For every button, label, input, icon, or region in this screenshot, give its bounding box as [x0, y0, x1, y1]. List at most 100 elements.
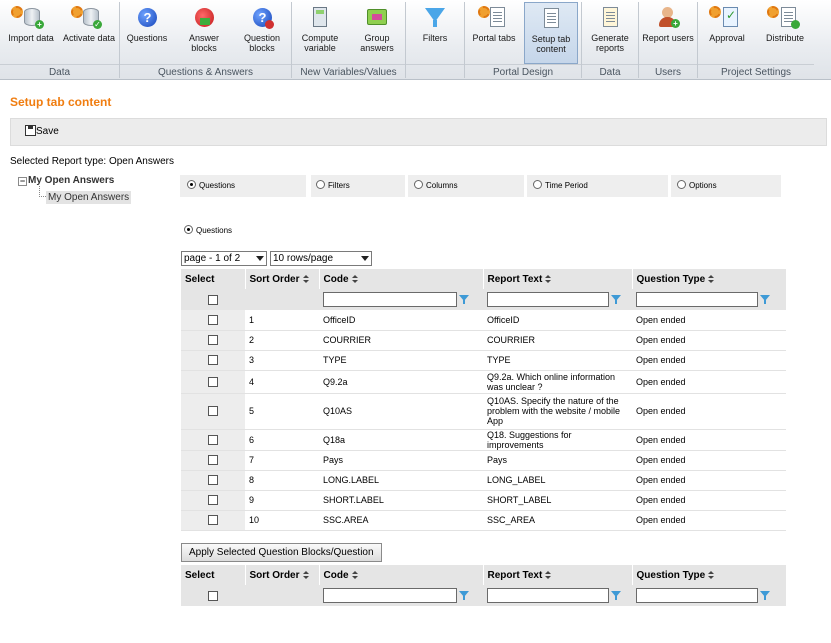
- sort-icon[interactable]: [302, 274, 309, 283]
- questions-button[interactable]: ? Questions: [122, 2, 172, 64]
- column-header-sort-order[interactable]: Sort Order: [245, 269, 320, 289]
- select-all-checkbox[interactable]: [208, 294, 218, 305]
- code-cell: Q9.2a: [319, 370, 483, 394]
- row-select-checkbox[interactable]: [208, 376, 218, 387]
- compute-variable-button[interactable]: Compute variable: [295, 2, 345, 64]
- group-answers-button[interactable]: Group answers: [352, 2, 402, 64]
- column-header-question-type[interactable]: Question Type: [632, 269, 787, 289]
- row-select-checkbox[interactable]: [208, 315, 218, 326]
- ribbon-group-label: Users: [639, 64, 697, 79]
- apply-selected-button[interactable]: Apply Selected Question Blocks/Question: [181, 543, 382, 562]
- filters-button[interactable]: Filters: [410, 2, 460, 64]
- calculator-icon: [308, 6, 332, 30]
- row-select-checkbox[interactable]: [208, 335, 218, 346]
- row-select-checkbox-cell: [181, 330, 245, 351]
- table-row[interactable]: 4 Q9.2a Q9.2a. Which online information wa…: [181, 370, 786, 394]
- question-type-filter-input[interactable]: [636, 588, 758, 603]
- question-type-cell: Open ended: [632, 450, 786, 471]
- select-all-checkbox[interactable]: [208, 590, 218, 601]
- table-row[interactable]: 5 Q10AS Q10AS. Specify the nature of the p…: [181, 393, 786, 430]
- code-filter-input[interactable]: [323, 588, 457, 603]
- question-type-cell: Open ended: [632, 490, 786, 511]
- tree-root-node[interactable]: − My Open Answers: [18, 175, 114, 186]
- row-select-checkbox[interactable]: [208, 406, 218, 417]
- ribbon-group-label: Data: [582, 64, 638, 79]
- code-cell: Q10AS: [319, 393, 483, 430]
- row-select-checkbox[interactable]: [208, 434, 218, 445]
- collapse-icon[interactable]: −: [18, 177, 27, 186]
- answer-blocks-button[interactable]: Answer blocks: [178, 2, 230, 64]
- table-row[interactable]: 9 SHORT.LABEL SHORT_LABEL Open ended: [181, 490, 786, 511]
- sort-icon[interactable]: [351, 570, 358, 579]
- row-select-checkbox[interactable]: [208, 515, 218, 526]
- sort-order-cell: 6: [245, 429, 319, 451]
- tab-time-period[interactable]: Time Period: [527, 175, 668, 197]
- question-type-filter-input[interactable]: [636, 292, 758, 307]
- page-select[interactable]: page - 1 of 2: [181, 251, 267, 266]
- question-type-cell: Open ended: [632, 370, 786, 394]
- table-row[interactable]: 1 OfficeID OfficeID Open ended: [181, 310, 786, 331]
- column-header-sort-order[interactable]: Sort Order: [245, 565, 320, 585]
- filter-icon[interactable]: [760, 590, 770, 601]
- table-row[interactable]: 10 SSC.AREA SSC_AREA Open ended: [181, 510, 786, 531]
- sort-icon[interactable]: [302, 570, 309, 579]
- sort-icon[interactable]: [545, 570, 552, 579]
- radio-icon: [414, 180, 423, 189]
- sort-icon[interactable]: [545, 274, 552, 283]
- sort-icon[interactable]: [708, 274, 715, 283]
- generate-reports-button[interactable]: Generate reports: [585, 2, 635, 64]
- sort-order-cell: 9: [245, 490, 319, 511]
- code-cell: TYPE: [319, 350, 483, 371]
- distribute-icon: [767, 6, 800, 30]
- row-select-checkbox[interactable]: [208, 495, 218, 506]
- ribbon-toolbar: + Import data ✓ Activate data ? Question…: [0, 0, 831, 80]
- code-cell: LONG.LABEL: [319, 470, 483, 491]
- code-filter-input[interactable]: [323, 292, 457, 307]
- column-header-question-type[interactable]: Question Type: [632, 565, 787, 585]
- row-select-checkbox[interactable]: [208, 355, 218, 366]
- questions-radio-option[interactable]: Questions: [184, 225, 232, 235]
- filter-icon[interactable]: [459, 590, 469, 601]
- table-row[interactable]: 2 COURRIER COURRIER Open ended: [181, 330, 786, 351]
- approval-button[interactable]: Approval: [700, 2, 754, 64]
- rows-per-page-select[interactable]: 10 rows/page: [270, 251, 372, 266]
- activate-data-button[interactable]: ✓ Activate data: [60, 2, 118, 64]
- distribute-button[interactable]: Distribute: [757, 2, 813, 64]
- question-type-cell: Open ended: [632, 429, 786, 451]
- tab-options[interactable]: Options: [671, 175, 781, 197]
- import-data-button[interactable]: + Import data: [4, 2, 58, 64]
- filter-icon[interactable]: [611, 590, 621, 601]
- column-header-code[interactable]: Code: [319, 565, 484, 585]
- column-header-report-text[interactable]: Report Text: [483, 565, 633, 585]
- table-row[interactable]: 7 Pays Pays Open ended: [181, 450, 786, 471]
- tab-columns[interactable]: Columns: [408, 175, 524, 197]
- code-cell: SSC.AREA: [319, 510, 483, 531]
- row-select-checkbox-cell: [181, 350, 245, 371]
- row-select-checkbox[interactable]: [208, 475, 218, 486]
- table-row[interactable]: 8 LONG.LABEL LONG_LABEL Open ended: [181, 470, 786, 491]
- sort-icon[interactable]: [351, 274, 358, 283]
- question-blocks-button[interactable]: ? Question blocks: [236, 2, 288, 64]
- sort-order-cell: 3: [245, 350, 319, 371]
- tab-questions[interactable]: Questions: [180, 175, 306, 197]
- table-row[interactable]: 3 TYPE TYPE Open ended: [181, 350, 786, 371]
- row-select-checkbox[interactable]: [208, 455, 218, 466]
- tree-child-node[interactable]: My Open Answers: [46, 191, 132, 204]
- portal-tabs-button[interactable]: Portal tabs: [468, 2, 520, 64]
- report-text-filter-input[interactable]: [487, 588, 609, 603]
- sort-icon[interactable]: [708, 570, 715, 579]
- column-header-code[interactable]: Code: [319, 269, 484, 289]
- report-users-icon: +: [656, 6, 680, 30]
- report-users-button[interactable]: + Report users: [642, 2, 694, 64]
- tab-filters[interactable]: Filters: [311, 175, 405, 197]
- row-select-checkbox-cell: [181, 429, 245, 451]
- filter-icon[interactable]: [760, 294, 770, 305]
- column-header-report-text[interactable]: Report Text: [483, 269, 633, 289]
- table-row[interactable]: 6 Q18a Q18. Suggestions for improvements Op…: [181, 429, 786, 451]
- radio-selected-icon: [187, 180, 196, 189]
- report-text-filter-input[interactable]: [487, 292, 609, 307]
- filter-icon[interactable]: [611, 294, 621, 305]
- setup-tab-content-button[interactable]: Setup tab content: [524, 2, 578, 64]
- save-button[interactable]: Save: [25, 125, 59, 141]
- filter-icon[interactable]: [459, 294, 469, 305]
